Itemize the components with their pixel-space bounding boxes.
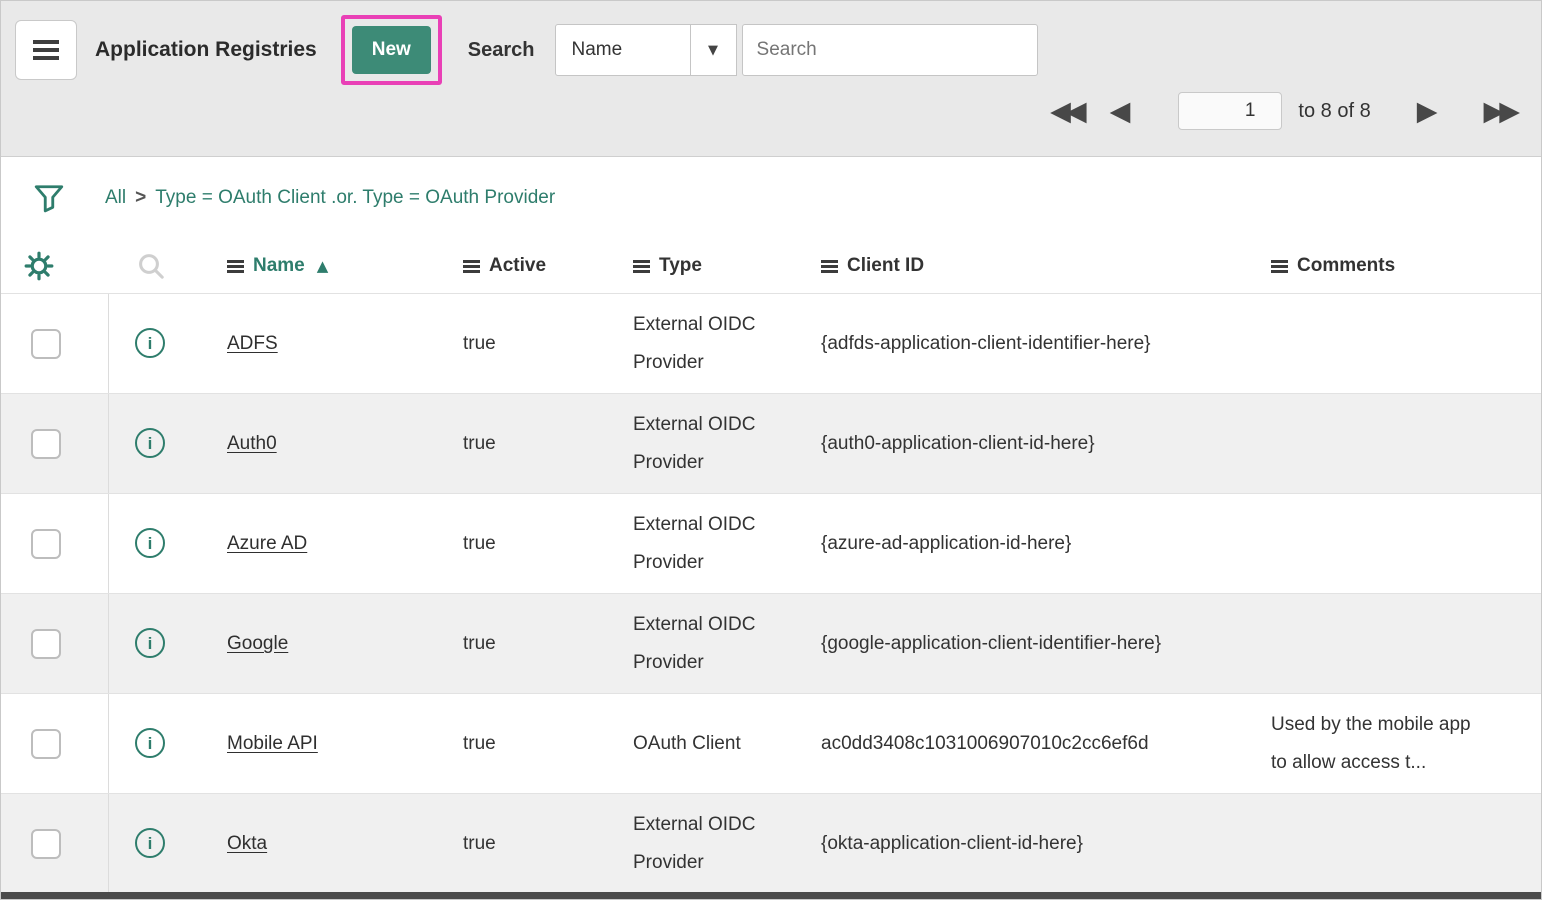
row-checkbox[interactable] bbox=[31, 529, 61, 559]
select-arrow-box: ▼ bbox=[690, 25, 736, 75]
column-header-type[interactable]: Type bbox=[619, 255, 809, 277]
last-page-icon[interactable]: ▶▶ bbox=[1483, 98, 1515, 125]
info-icon[interactable] bbox=[135, 728, 165, 758]
comments-value: Used by the mobile app to allow access t… bbox=[1271, 706, 1471, 780]
page-title: Application Registries bbox=[95, 38, 317, 62]
client-id-value: ac0dd3408c1031006907010c2cc6ef6d bbox=[821, 725, 1149, 762]
page-number-input[interactable] bbox=[1178, 92, 1282, 130]
table-row: Azure AD true External OIDC Provider {az… bbox=[1, 493, 1541, 593]
row-checkbox[interactable] bbox=[31, 329, 61, 359]
row-checkbox[interactable] bbox=[31, 629, 61, 659]
column-menu-icon bbox=[227, 260, 244, 273]
next-page-icon[interactable]: ▶ bbox=[1417, 98, 1438, 125]
column-header-active[interactable]: Active bbox=[449, 255, 619, 277]
active-value: true bbox=[449, 525, 619, 562]
pagination-range-text: to 8 of 8 bbox=[1298, 100, 1370, 123]
chevron-down-icon: ▼ bbox=[708, 43, 718, 58]
client-id-value: {auth0-application-client-id-here} bbox=[821, 425, 1095, 462]
client-id-value: {adfds-application-client-identifier-her… bbox=[821, 325, 1151, 362]
column-header-type-label: Type bbox=[659, 255, 702, 277]
column-header-client-id-label: Client ID bbox=[847, 255, 924, 277]
client-id-value: {google-application-client-identifier-he… bbox=[821, 625, 1161, 662]
table-row: ADFS true External OIDC Provider {adfds-… bbox=[1, 293, 1541, 393]
breadcrumb-condition-link[interactable]: Type = OAuth Client .or. Type = OAuth Pr… bbox=[155, 187, 555, 209]
active-value: true bbox=[449, 325, 619, 362]
table-row: Okta true External OIDC Provider {okta-a… bbox=[1, 793, 1541, 893]
record-link[interactable]: Mobile API bbox=[227, 733, 318, 754]
gear-icon[interactable] bbox=[23, 250, 55, 282]
info-icon[interactable] bbox=[135, 328, 165, 358]
record-link[interactable]: Auth0 bbox=[227, 433, 277, 454]
record-link[interactable]: Okta bbox=[227, 833, 267, 854]
column-header-comments[interactable]: Comments bbox=[1249, 255, 1541, 277]
column-header-comments-label: Comments bbox=[1297, 255, 1395, 277]
info-icon[interactable] bbox=[135, 628, 165, 658]
breadcrumb: All > Type = OAuth Client .or. Type = OA… bbox=[105, 187, 555, 209]
record-link[interactable]: ADFS bbox=[227, 333, 278, 354]
column-header-client-id[interactable]: Client ID bbox=[809, 255, 1249, 277]
bottom-edge-bar bbox=[1, 892, 1541, 899]
new-button-highlight-annotation: New bbox=[341, 15, 442, 85]
hamburger-menu-icon bbox=[33, 40, 59, 60]
sort-ascending-icon: ▲ bbox=[317, 257, 329, 275]
active-value: true bbox=[449, 625, 619, 662]
type-value: External OIDC Provider bbox=[619, 306, 809, 380]
application-registries-list: Name ▲ Active Type Client ID Comments bbox=[1, 239, 1541, 893]
search-icon[interactable] bbox=[135, 250, 167, 282]
type-value: External OIDC Provider bbox=[619, 606, 809, 680]
previous-page-icon[interactable]: ◀ bbox=[1110, 98, 1131, 125]
column-header-name[interactable]: Name ▲ bbox=[213, 255, 449, 277]
table-row: Google true External OIDC Provider {goog… bbox=[1, 593, 1541, 693]
column-header-name-label: Name bbox=[253, 255, 305, 277]
hamburger-menu-button[interactable] bbox=[15, 20, 77, 80]
info-icon[interactable] bbox=[135, 528, 165, 558]
client-id-value: {azure-ad-application-id-here} bbox=[821, 525, 1071, 562]
type-value: External OIDC Provider bbox=[619, 406, 809, 480]
client-id-value: {okta-application-client-id-here} bbox=[821, 825, 1083, 862]
record-link[interactable]: Azure AD bbox=[227, 533, 307, 554]
column-header-active-label: Active bbox=[489, 255, 546, 277]
top-bar: Application Registries New Search Name ▼… bbox=[1, 1, 1541, 157]
filter-bar: All > Type = OAuth Client .or. Type = OA… bbox=[1, 157, 1541, 239]
column-menu-icon bbox=[1271, 260, 1288, 273]
search-label: Search bbox=[468, 39, 535, 62]
type-value: OAuth Client bbox=[619, 725, 809, 762]
search-field-selected-value: Name bbox=[556, 39, 690, 61]
funnel-icon[interactable] bbox=[31, 180, 67, 216]
active-value: true bbox=[449, 425, 619, 462]
list-header-row: Name ▲ Active Type Client ID Comments bbox=[1, 239, 1541, 293]
info-icon[interactable] bbox=[135, 428, 165, 458]
type-value: External OIDC Provider bbox=[619, 506, 809, 580]
table-row: Mobile API true OAuth Client ac0dd3408c1… bbox=[1, 693, 1541, 793]
column-menu-icon bbox=[633, 260, 650, 273]
search-field-select[interactable]: Name ▼ bbox=[555, 24, 737, 76]
breadcrumb-all-link[interactable]: All bbox=[105, 187, 126, 209]
breadcrumb-separator: > bbox=[135, 187, 146, 209]
title-row: Application Registries New Search Name ▼ bbox=[15, 1, 1519, 85]
application-registries-page: Application Registries New Search Name ▼… bbox=[0, 0, 1542, 900]
table-row: Auth0 true External OIDC Provider {auth0… bbox=[1, 393, 1541, 493]
record-link[interactable]: Google bbox=[227, 633, 288, 654]
column-menu-icon bbox=[463, 260, 480, 273]
active-value: true bbox=[449, 725, 619, 762]
pagination-row: ◀◀ ◀ to 8 of 8 ▶ ▶▶ bbox=[15, 85, 1519, 137]
info-icon[interactable] bbox=[135, 828, 165, 858]
row-checkbox[interactable] bbox=[31, 829, 61, 859]
search-input[interactable] bbox=[742, 24, 1038, 76]
row-checkbox[interactable] bbox=[31, 729, 61, 759]
column-menu-icon bbox=[821, 260, 838, 273]
search-toggle-cell bbox=[109, 250, 213, 282]
row-checkbox[interactable] bbox=[31, 429, 61, 459]
gear-cell bbox=[1, 250, 109, 282]
new-button[interactable]: New bbox=[352, 26, 431, 74]
type-value: External OIDC Provider bbox=[619, 806, 809, 880]
first-page-icon[interactable]: ◀◀ bbox=[1050, 98, 1082, 125]
active-value: true bbox=[449, 825, 619, 862]
